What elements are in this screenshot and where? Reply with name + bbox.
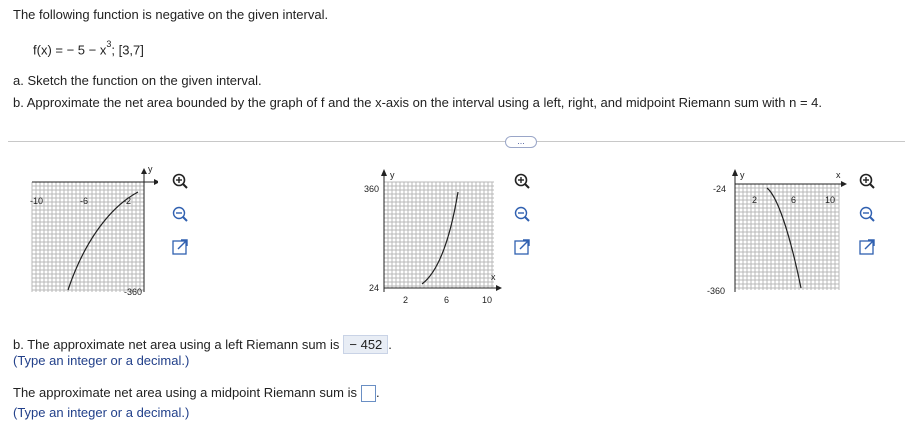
function-definition: f(x) = − 5 − x3; [3,7] [33, 39, 144, 58]
part-b-instruction: b. Approximate the net area bounded by t… [13, 95, 823, 110]
graph-2-x-arrow [496, 285, 502, 291]
graph-option-3[interactable]: y x -24 2 6 10 -360 [705, 160, 850, 300]
graph-3-expand-button[interactable] [858, 238, 876, 256]
graph-1-tick: -10 [30, 196, 43, 206]
graph-3-svg: y x -24 2 6 10 -360 [707, 169, 847, 296]
midpoint-sum-input[interactable] [360, 385, 376, 403]
graph-2-tick: 360 [364, 184, 379, 194]
zoom-in-icon [859, 173, 875, 189]
part-a-instruction: a. Sketch the function on the given inte… [13, 73, 262, 88]
function-exponent: 3 [106, 39, 112, 49]
graph-2-tick: 6 [444, 295, 449, 305]
expand-icon [172, 239, 188, 255]
left-sum-answer-value: − 452 [343, 335, 389, 354]
graph-2-y-arrow [381, 169, 387, 176]
graph-2-x-label: x [491, 272, 496, 282]
graph-2-grid [383, 181, 494, 288]
graph-3-tick: 2 [752, 195, 757, 205]
graph-1-expand-button[interactable] [171, 238, 189, 256]
function-prefix: f(x) = − 5 − x [33, 42, 107, 58]
graph-3-x-label: x [836, 170, 841, 180]
graph-3-tick: -360 [707, 286, 725, 296]
graph-1-x-arrow [154, 179, 158, 185]
graph-2-zoom-out-button[interactable] [513, 205, 531, 223]
midpoint-sum-answer-row: The approximate net area using a midpoin… [13, 385, 380, 403]
graph-3-zoom-out-button[interactable] [858, 205, 876, 223]
expand-icon [514, 239, 530, 255]
graph-3-zoom-in-button[interactable] [858, 172, 876, 190]
graph-3-y-label: y [740, 170, 745, 180]
graph-1-svg: y -10 -6 -2 -360 [30, 164, 158, 297]
divider [8, 141, 905, 142]
graph-2-y-label: y [390, 170, 395, 180]
midpoint-sum-hint: (Type an integer or a decimal.) [13, 405, 190, 420]
graph-3-x-arrow [841, 181, 847, 187]
zoom-out-icon [859, 206, 875, 222]
graph-2-svg: y x 360 24 2 6 10 [364, 169, 502, 305]
graph-1-zoom-in-button[interactable] [171, 172, 189, 190]
graph-1-y-arrow [141, 168, 147, 174]
graph-option-1[interactable]: y -10 -6 -2 -360 [28, 160, 158, 300]
graph-3-tick: 6 [791, 195, 796, 205]
graph-1-zoom-out-button[interactable] [171, 205, 189, 223]
graph-2-tick: 10 [482, 295, 492, 305]
zoom-out-icon [514, 206, 530, 222]
zoom-out-icon [172, 206, 188, 222]
function-interval: ; [3,7] [111, 42, 144, 58]
zoom-in-icon [172, 173, 188, 189]
graph-2-zoom-in-button[interactable] [513, 172, 531, 190]
left-sum-label: b. The approximate net area using a left… [13, 337, 340, 352]
graph-1-y-label: y [148, 164, 153, 174]
graph-3-tick: 10 [825, 195, 835, 205]
left-sum-answer-row: b. The approximate net area using a left… [13, 335, 392, 354]
midpoint-sum-label: The approximate net area using a midpoin… [13, 385, 357, 400]
graph-2-tick: 24 [369, 283, 379, 293]
expand-icon [859, 239, 875, 255]
graph-3-grid [734, 183, 840, 290]
zoom-in-icon [514, 173, 530, 189]
more-options-button[interactable]: ... [505, 136, 537, 148]
graph-3-y-arrow [732, 169, 738, 176]
graph-2-expand-button[interactable] [513, 238, 531, 256]
problem-intro: The following function is negative on th… [13, 7, 329, 22]
graph-1-tick: -360 [124, 287, 142, 297]
graph-3-tick: -24 [713, 184, 726, 194]
left-sum-hint: (Type an integer or a decimal.) [13, 353, 190, 368]
graph-option-2[interactable]: y x 360 24 2 6 10 [360, 160, 505, 310]
graph-1-tick: -6 [80, 196, 88, 206]
graph-2-tick: 2 [403, 295, 408, 305]
